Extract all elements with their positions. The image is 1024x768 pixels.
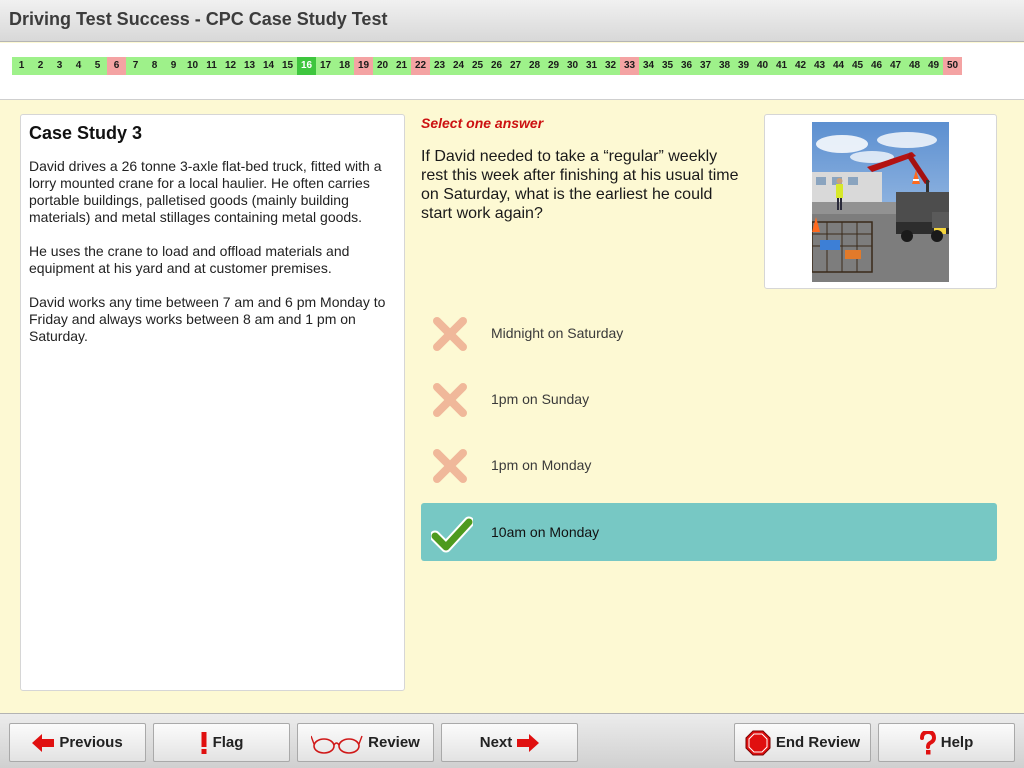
question-number-45[interactable]: 45	[848, 57, 867, 75]
help-button[interactable]: Help	[878, 723, 1015, 762]
question-number-16[interactable]: 16	[297, 57, 316, 75]
case-study-title: Case Study 3	[29, 123, 143, 143]
end-review-button[interactable]: End Review	[734, 723, 871, 762]
question-number-38[interactable]: 38	[715, 57, 734, 75]
answer-option[interactable]: 1pm on Sunday	[421, 370, 997, 428]
answer-label: 1pm on Sunday	[491, 391, 590, 407]
next-label: Next	[479, 734, 513, 751]
question-number-6[interactable]: 6	[107, 57, 126, 75]
question-number-23[interactable]: 23	[430, 57, 449, 75]
question-text: If David needed to take a “regular” week…	[421, 148, 739, 222]
case-study-panel: Case Study 3 David drives a 26 tonne 3-a…	[20, 114, 405, 691]
exclamation-icon	[200, 731, 208, 754]
help-label: Help	[940, 734, 974, 751]
question-number-32[interactable]: 32	[601, 57, 620, 75]
question-image-frame	[764, 114, 997, 289]
question-number-12[interactable]: 12	[221, 57, 240, 75]
question-number-36[interactable]: 36	[677, 57, 696, 75]
question-number-46[interactable]: 46	[867, 57, 886, 75]
case-study-paragraph: David drives a 26 tonne 3-axle flat-bed …	[29, 158, 382, 225]
end-review-label: End Review	[775, 734, 861, 751]
question-number-42[interactable]: 42	[791, 57, 810, 75]
question-number-5[interactable]: 5	[88, 57, 107, 75]
review-label: Review	[368, 734, 420, 751]
cross-icon	[431, 315, 469, 353]
cross-icon	[431, 447, 469, 485]
question-number-39[interactable]: 39	[734, 57, 753, 75]
question-number-18[interactable]: 18	[335, 57, 354, 75]
question-number-49[interactable]: 49	[924, 57, 943, 75]
flag-button[interactable]: Flag	[153, 723, 290, 762]
previous-button[interactable]: Previous	[9, 723, 146, 762]
question-navigator: 1 2 3 4 5 6 7 8 9 10 11 12 13 14 15 16 17 18 19 20 21 22 23 24 2…	[0, 43, 1024, 100]
question-number-29[interactable]: 29	[544, 57, 563, 75]
answer-label: 10am on Monday	[491, 524, 600, 540]
question-number-20[interactable]: 20	[373, 57, 392, 75]
question-number-14[interactable]: 14	[259, 57, 278, 75]
arrow-right-icon	[517, 733, 540, 752]
question-number-19[interactable]: 19	[354, 57, 373, 75]
question-number-3[interactable]: 3	[50, 57, 69, 75]
answer-option-correct[interactable]: 10am on Monday	[421, 503, 997, 561]
question-number-41[interactable]: 41	[772, 57, 791, 75]
previous-label: Previous	[59, 734, 123, 751]
question-number-28[interactable]: 28	[525, 57, 544, 75]
question-number-31[interactable]: 31	[582, 57, 601, 75]
answer-option[interactable]: 1pm on Monday	[421, 436, 997, 494]
answer-instruction: Select one answer	[421, 115, 544, 131]
glasses-icon	[311, 732, 363, 754]
question-number-26[interactable]: 26	[487, 57, 506, 75]
question-number-33[interactable]: 33	[620, 57, 639, 75]
question-number-43[interactable]: 43	[810, 57, 829, 75]
footer-toolbar: Previous Flag Review Next End Review Hel…	[0, 713, 1024, 768]
next-button[interactable]: Next	[441, 723, 578, 762]
question-number-4[interactable]: 4	[69, 57, 88, 75]
question-number-50[interactable]: 50	[943, 57, 962, 75]
question-number-17[interactable]: 17	[316, 57, 335, 75]
question-number-25[interactable]: 25	[468, 57, 487, 75]
question-number-44[interactable]: 44	[829, 57, 848, 75]
app-title: Driving Test Success - CPC Case Study Te…	[9, 9, 388, 29]
review-button[interactable]: Review	[297, 723, 434, 762]
arrow-left-icon	[32, 733, 55, 752]
question-number-35[interactable]: 35	[658, 57, 677, 75]
question-number-47[interactable]: 47	[886, 57, 905, 75]
question-number-22[interactable]: 22	[411, 57, 430, 75]
question-number-30[interactable]: 30	[563, 57, 582, 75]
question-number-21[interactable]: 21	[392, 57, 411, 75]
question-number-27[interactable]: 27	[506, 57, 525, 75]
question-number-2[interactable]: 2	[31, 57, 50, 75]
question-number-24[interactable]: 24	[449, 57, 468, 75]
question-number-7[interactable]: 7	[126, 57, 145, 75]
question-number-1[interactable]: 1	[12, 57, 31, 75]
stop-icon	[745, 730, 771, 756]
question-mark-icon	[919, 730, 936, 755]
lorry-crane-photo	[812, 122, 949, 282]
title-bar: Driving Test Success - CPC Case Study Te…	[0, 0, 1024, 42]
answer-label: Midnight on Saturday	[491, 325, 624, 341]
question-number-34[interactable]: 34	[639, 57, 658, 75]
cross-icon	[431, 381, 469, 419]
question-number-48[interactable]: 48	[905, 57, 924, 75]
question-number-15[interactable]: 15	[278, 57, 297, 75]
case-study-paragraph: He uses the crane to load and offload ma…	[29, 243, 350, 276]
question-number-list: 1 2 3 4 5 6 7 8 9 10 11 12 13 14 15 16 17 18 19 20 21 22 23 24 2…	[12, 57, 962, 75]
question-number-40[interactable]: 40	[753, 57, 772, 75]
question-number-37[interactable]: 37	[696, 57, 715, 75]
question-number-10[interactable]: 10	[183, 57, 202, 75]
answer-option[interactable]: Midnight on Saturday	[421, 304, 997, 362]
question-number-13[interactable]: 13	[240, 57, 259, 75]
question-number-9[interactable]: 9	[164, 57, 183, 75]
question-number-8[interactable]: 8	[145, 57, 164, 75]
answer-label: 1pm on Monday	[491, 457, 592, 473]
case-study-paragraph: David works any time between 7 am and 6 …	[29, 294, 386, 344]
flag-label: Flag	[212, 734, 244, 751]
tick-icon	[429, 514, 475, 553]
question-number-11[interactable]: 11	[202, 57, 221, 75]
